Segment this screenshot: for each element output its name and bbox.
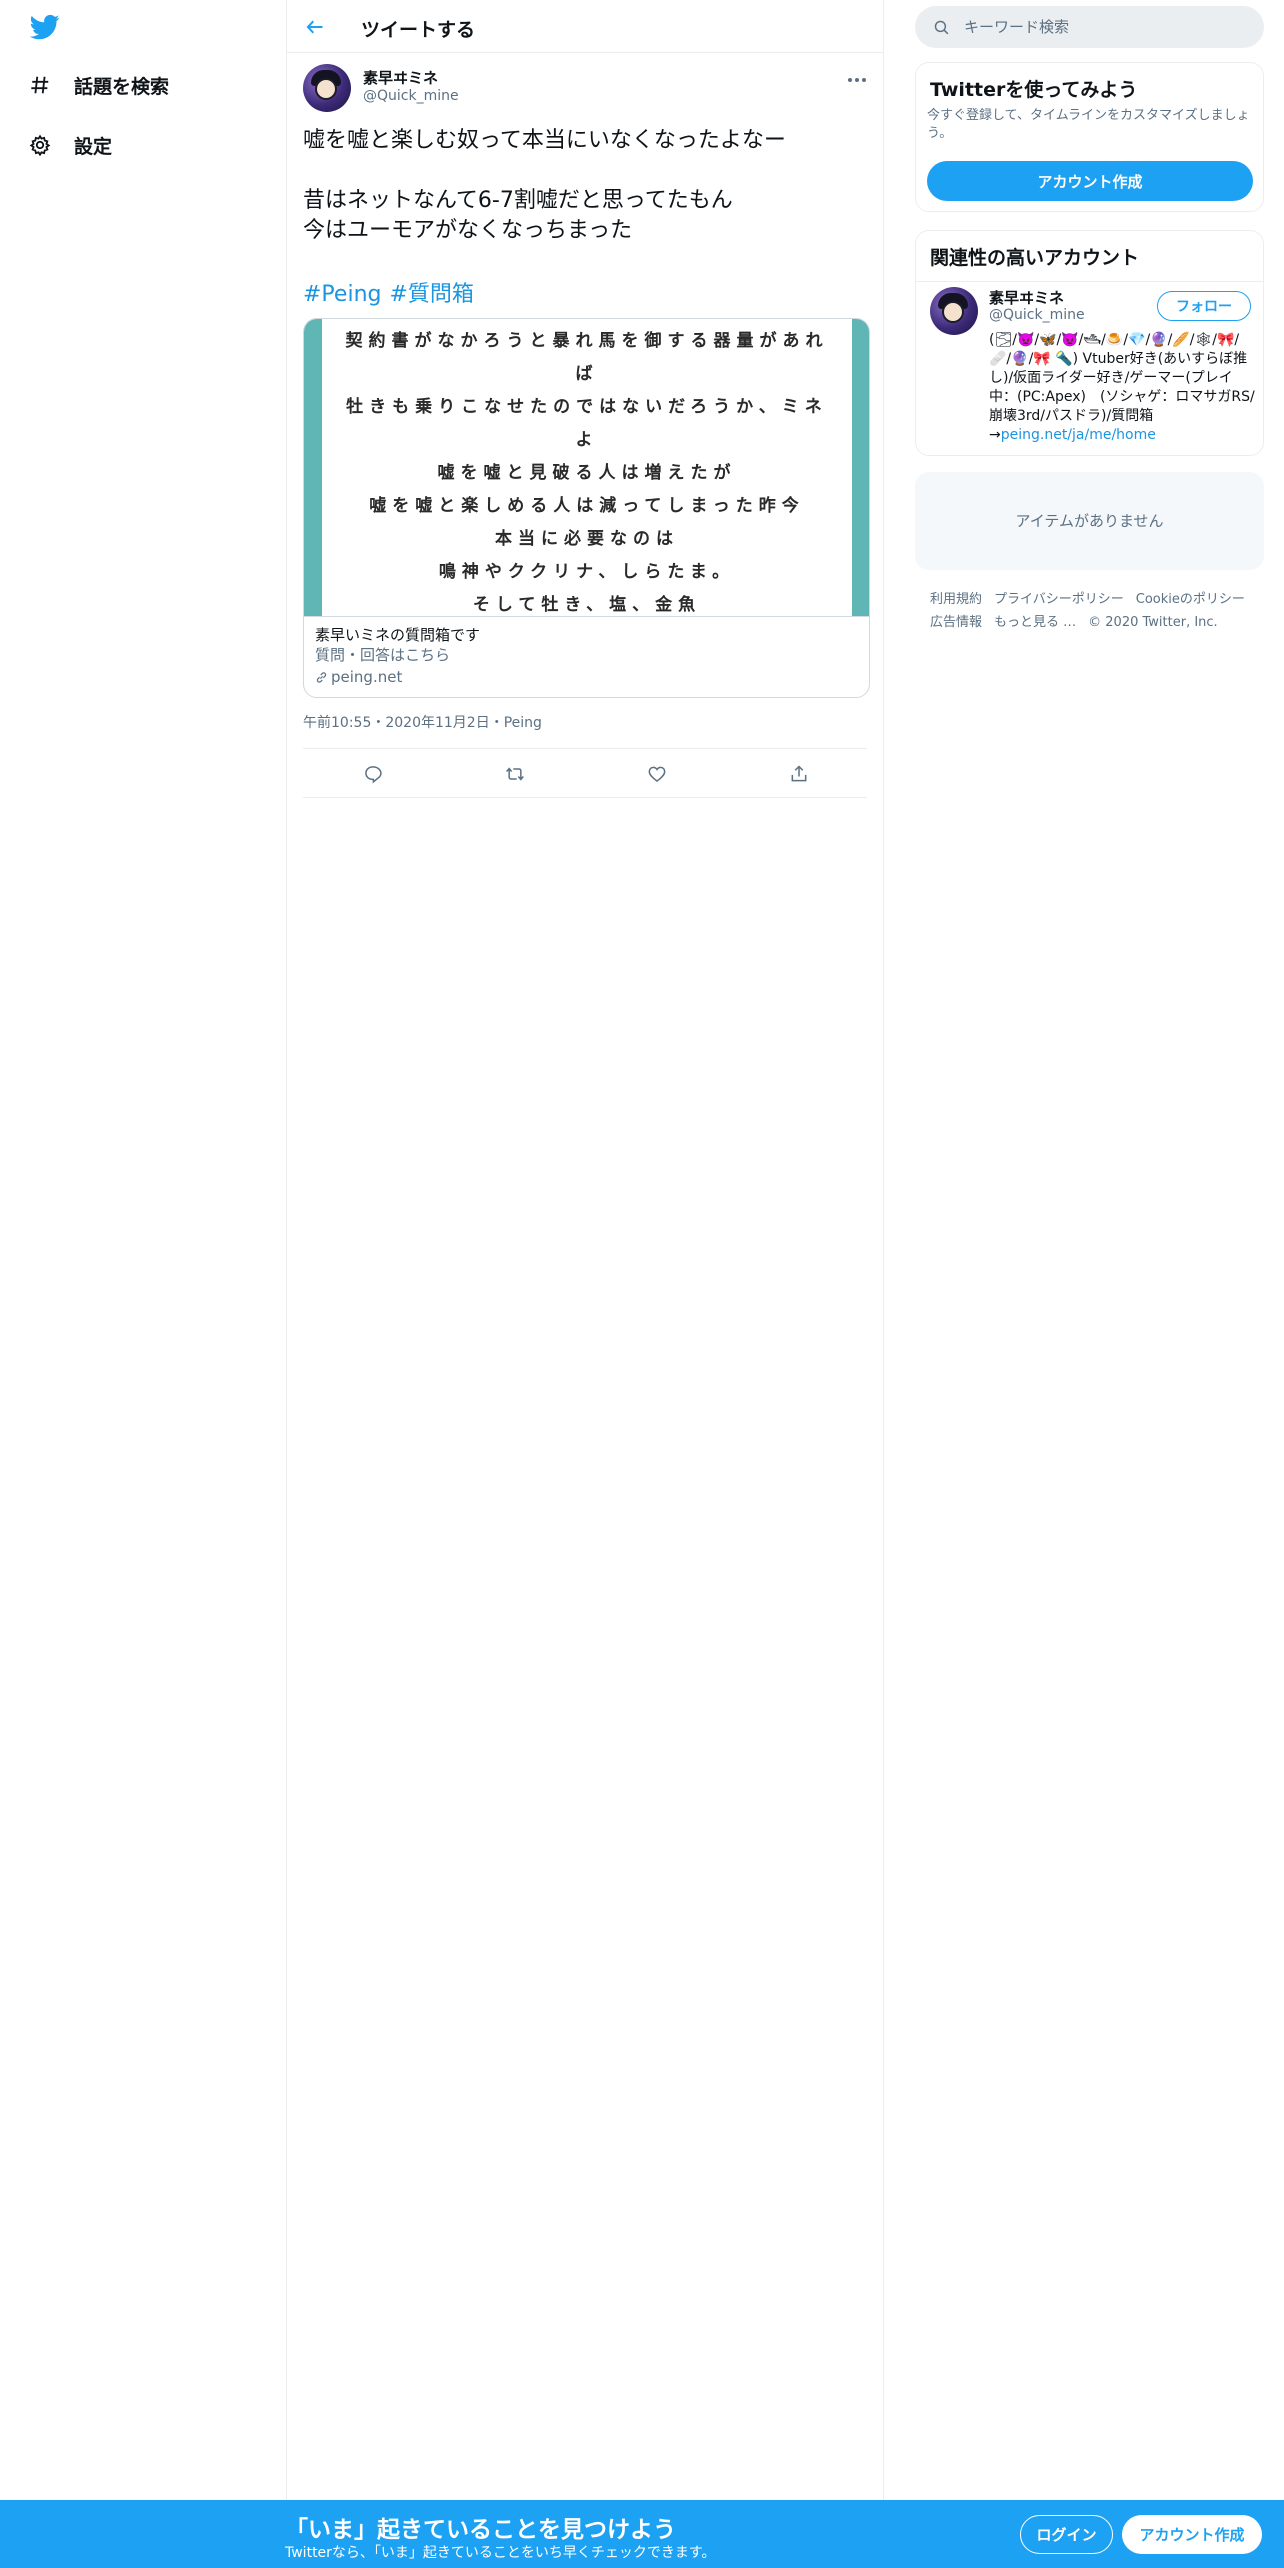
author-name[interactable]: 素早ヰミネ xyxy=(363,67,438,88)
nav-settings[interactable]: 設定 xyxy=(28,125,112,165)
banner-title: 「いま」起きていることを見つけよう xyxy=(285,2517,676,2543)
main-header: ツイートする xyxy=(287,0,883,53)
hashtag-link[interactable]: #Peing xyxy=(303,282,381,307)
main-column: ツイートする 素早ヰミネ @Quick_mine 嘘を嘘と楽しむ奴って本当にいな… xyxy=(286,0,884,2500)
nav-explore[interactable]: 話題を検索 xyxy=(28,65,169,105)
bottom-signup-banner: 「いま」起きていることを見つけよう Twitterなら、「いま」起きていることを… xyxy=(0,2500,1284,2568)
card-image-line: 牡きも乗りこなせたのではないだろうか、ミネ xyxy=(346,397,828,417)
related-title: 関連性の高いアカウント xyxy=(930,247,1140,269)
signup-panel: Twitterを使ってみよう 今すぐ登録して、タイムラインをカスタマイズしましょ… xyxy=(915,62,1264,212)
retweet-icon[interactable] xyxy=(501,760,529,788)
page-title: ツイートする xyxy=(361,19,476,41)
search-icon xyxy=(934,20,949,34)
tweet-line: 嘘を嘘と楽しむ奴って本当にいなくなったよなー xyxy=(303,128,786,153)
footer-link[interactable]: プライバシーポリシー xyxy=(994,592,1124,607)
avatar[interactable] xyxy=(930,287,978,335)
card-title: 素早いミネの質問箱です xyxy=(315,626,481,644)
signup-title: Twitterを使ってみよう xyxy=(930,79,1138,101)
footer-link[interactable]: 広告情報 xyxy=(930,615,982,630)
card-image: 契約書がなかろうと暴れ馬を御する器量があれ ば 牡きも乗りこなせたのではないだろ… xyxy=(304,319,869,616)
more-options-icon[interactable] xyxy=(845,68,869,92)
trends-panel: アイテムがありません xyxy=(915,472,1264,570)
link-card[interactable]: 契約書がなかろうと暴れ馬を御する器量があれ ば 牡きも乗りこなせたのではないだろ… xyxy=(303,318,870,698)
tweet-author: 素早ヰミネ @Quick_mine xyxy=(303,64,869,112)
card-image-line: 鳴神やククリナ、しらたま。 xyxy=(438,562,736,582)
reply-icon[interactable] xyxy=(359,760,387,788)
copyright: © 2020 Twitter, Inc. xyxy=(1088,615,1218,630)
card-image-line: 本当に必要なのは xyxy=(495,529,679,549)
card-image-line: そして牡き、塩、金魚 xyxy=(472,595,702,615)
tweet-timestamp[interactable]: 午前10:55・2020年11月2日・Peing xyxy=(303,712,542,732)
related-account-handle[interactable]: @Quick_mine xyxy=(989,307,1085,323)
card-image-line: 契約書がなかろうと暴れ馬を御する器量があれ xyxy=(345,331,829,351)
card-description: 質問・回答はこちら xyxy=(315,646,451,664)
banner-signup-button[interactable]: アカウント作成 xyxy=(1122,2515,1262,2554)
card-domain-text: peing.net xyxy=(331,668,403,686)
tweet-line: 今はユーモアがなくなっちまった xyxy=(303,218,633,243)
left-navigation: 話題を検索 設定 xyxy=(0,0,286,2568)
search-box[interactable] xyxy=(915,6,1264,48)
twitter-bird-icon[interactable] xyxy=(28,12,62,42)
card-meta: 素早いミネの質問箱です 質問・回答はこちら peing.net xyxy=(304,616,869,697)
search-input[interactable] xyxy=(964,18,1244,36)
back-arrow-icon[interactable] xyxy=(301,13,329,41)
bio-link[interactable]: peing.net/ja/me/home xyxy=(1001,427,1156,443)
footer-link[interactable]: Cookieのポリシー xyxy=(1136,592,1245,607)
share-icon[interactable] xyxy=(785,760,813,788)
related-accounts-panel: 関連性の高いアカウント 素早ヰミネ @Quick_mine フォロー (🌫/👿/… xyxy=(915,230,1264,456)
banner-subtitle: Twitterなら、「いま」起きていることをいち早くチェックできます。 xyxy=(285,2545,716,2561)
avatar[interactable] xyxy=(303,64,351,112)
card-image-line: 嘘を嘘と楽しめる人は減ってしまった昨今 xyxy=(369,496,805,516)
signup-description: 今すぐ登録して、タイムラインをカスタマイズしましょう。 xyxy=(927,108,1250,141)
link-icon xyxy=(316,671,327,683)
hashtag-link[interactable]: #質問箱 xyxy=(389,282,473,307)
follow-button[interactable]: フォロー xyxy=(1157,291,1251,321)
card-domain: peing.net xyxy=(315,666,860,688)
related-account-name[interactable]: 素早ヰミネ xyxy=(989,287,1064,308)
hashtag-icon xyxy=(28,73,52,97)
hashtags: #Peing #質問箱 xyxy=(303,276,482,308)
card-image-line: ば xyxy=(575,364,599,384)
heart-icon[interactable] xyxy=(643,760,671,788)
tweet-text: 嘘を嘘と楽しむ奴って本当にいなくなったよなー 昔はネットなんて6-7割嘘だと思っ… xyxy=(303,126,863,246)
footer-links: 利用規約 プライバシーポリシー Cookieのポリシー 広告情報 もっと見る … © 2… xyxy=(930,588,1260,634)
empty-state-text: アイテムがありません xyxy=(1015,512,1164,530)
tweet-line: 昔はネットなんて6-7割嘘だと思ってたもん xyxy=(303,188,733,213)
author-handle[interactable]: @Quick_mine xyxy=(363,88,459,104)
footer-link[interactable]: もっと見る … xyxy=(994,615,1076,630)
card-image-text: 契約書がなかろうと暴れ馬を御する器量があれ ば 牡きも乗りこなせたのではないだろ… xyxy=(322,319,852,616)
nav-settings-label: 設定 xyxy=(74,135,113,158)
nav-explore-label: 話題を検索 xyxy=(74,75,170,98)
tweet-actions xyxy=(303,748,867,798)
card-image-line: 嘘を嘘と見破る人は増えたが xyxy=(437,463,737,483)
related-account-bio: (🌫/👿/🦋/👿/🛥/🍮/💎/🔮/🥖/🕸/🎀/🩹/🔮/🎀 🔦) Vtuber好き… xyxy=(989,331,1257,445)
card-image-line: よ xyxy=(575,430,599,450)
create-account-button[interactable]: アカウント作成 xyxy=(927,161,1253,201)
footer-link[interactable]: 利用規約 xyxy=(930,592,982,607)
gear-icon xyxy=(28,133,52,157)
login-button[interactable]: ログイン xyxy=(1020,2515,1113,2554)
